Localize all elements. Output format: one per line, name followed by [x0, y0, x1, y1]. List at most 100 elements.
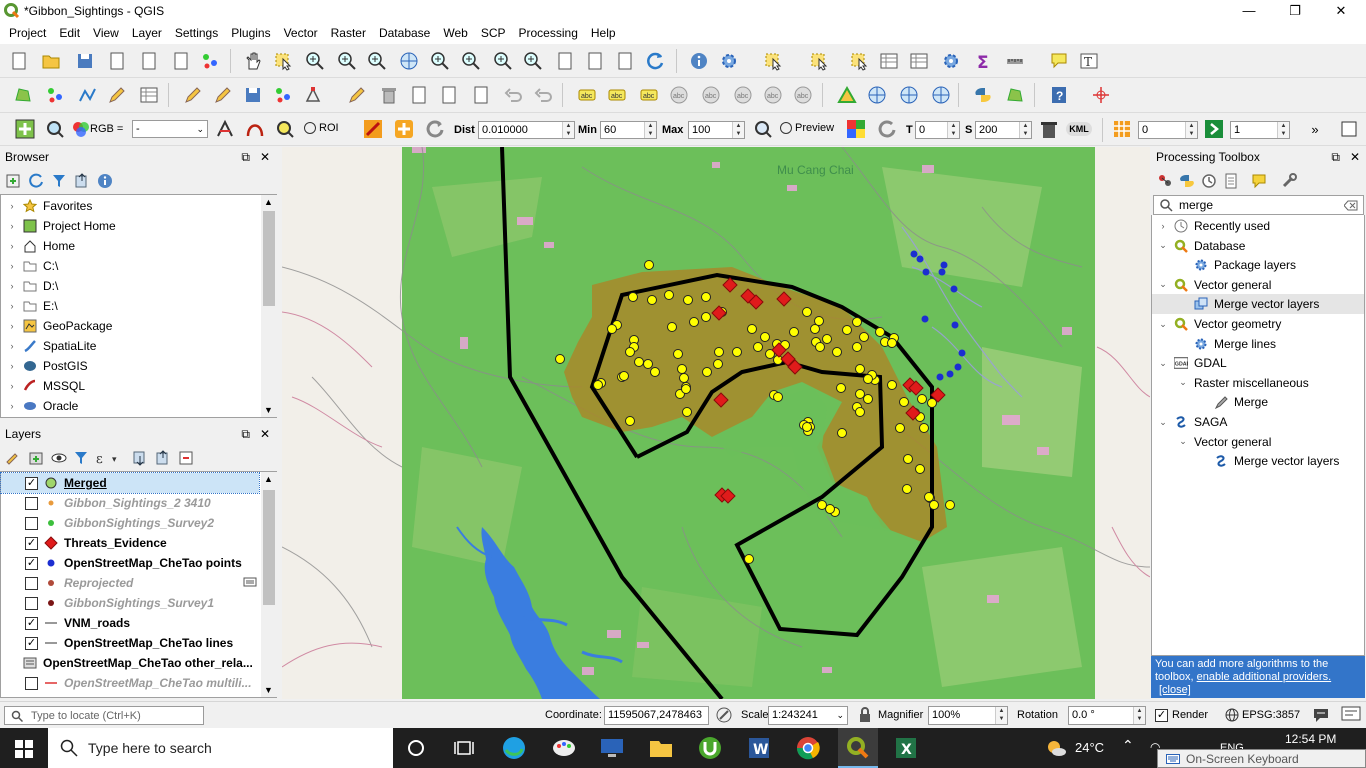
browser-item-project-home[interactable]: › Project Home	[1, 216, 116, 236]
layer-visibility-checkbox[interactable]: ✓	[25, 636, 38, 650]
plugin-layers-icon[interactable]	[1002, 82, 1028, 108]
layer-visibility-checkbox[interactable]: ✓	[25, 616, 38, 630]
panel-float-icon[interactable]: ⧉	[1331, 147, 1340, 167]
render-checkbox[interactable]: ✓	[1155, 709, 1168, 722]
collapse-all-icon[interactable]	[74, 173, 90, 189]
menu-edit[interactable]: Edit	[54, 23, 85, 44]
new-virtual-icon[interactable]	[136, 82, 162, 108]
layer-item[interactable]: ✓ Merged	[0, 472, 260, 494]
expand-chevron-icon[interactable]: ⌄	[1156, 240, 1170, 251]
zoom-out-icon[interactable]	[334, 48, 360, 74]
select-features-icon[interactable]	[760, 48, 786, 74]
refresh-icon[interactable]	[642, 48, 668, 74]
deselect-icon[interactable]	[806, 48, 832, 74]
edit-features-in-place-icon[interactable]	[1251, 173, 1267, 189]
vertex-tool-icon[interactable]	[300, 82, 326, 108]
excel-icon[interactable]: X	[892, 734, 920, 762]
info-icon[interactable]	[97, 173, 113, 189]
refresh-icon[interactable]	[28, 173, 44, 189]
remote-desktop-icon[interactable]	[598, 734, 626, 762]
clock-time[interactable]: 12:54 PM	[1285, 732, 1336, 746]
messages-icon[interactable]	[1312, 707, 1330, 723]
scp-dock-icon[interactable]	[1336, 116, 1362, 142]
scp-zoom-icon[interactable]	[42, 116, 68, 142]
browser-item-geopackage[interactable]: › GeoPackage	[1, 316, 113, 336]
expand-chevron-icon[interactable]: ›	[5, 321, 19, 331]
toggle-editing-icon[interactable]	[210, 82, 236, 108]
toolbox-search-input[interactable]: merge	[1153, 195, 1364, 215]
add-point-icon[interactable]	[270, 82, 296, 108]
zoom-to-selection-icon[interactable]	[427, 48, 453, 74]
browser-item-mssql[interactable]: › MSSQL	[1, 376, 86, 396]
layer-visibility-checkbox[interactable]: ✓	[25, 536, 38, 550]
filter-expression-icon[interactable]: ε ▾	[96, 450, 120, 466]
notifications-icon[interactable]	[1341, 706, 1361, 724]
scp-roi-add-icon[interactable]	[391, 116, 417, 142]
toolbox-item-gdal[interactable]: ⌄ GDAL GDAL	[1152, 353, 1364, 373]
results-viewer-icon[interactable]	[1223, 173, 1239, 189]
menu-raster[interactable]: Raster	[326, 23, 371, 44]
expand-chevron-icon[interactable]: ⌄	[1156, 417, 1170, 428]
toolbox-item-vector-geometry[interactable]: ⌄ Vector geometry	[1152, 314, 1364, 334]
expand-chevron-icon[interactable]: ›	[5, 301, 19, 311]
menu-scp[interactable]: SCP	[476, 23, 511, 44]
pan-map-icon[interactable]	[240, 48, 266, 74]
close-info-link[interactable]: [close]	[1159, 684, 1191, 696]
layer-visibility-checkbox[interactable]	[25, 676, 38, 690]
layer-visibility-checkbox[interactable]: ✓	[25, 476, 38, 490]
layer-item[interactable]: GibbonSightings_Survey2	[1, 513, 259, 533]
layer-item[interactable]: OpenStreetMap_CheTao multili...	[1, 673, 259, 693]
layer-labeling-icon[interactable]: abc	[574, 82, 600, 108]
osm-search-icon[interactable]	[896, 82, 922, 108]
file-explorer-icon[interactable]	[647, 734, 675, 762]
layer-visibility-checkbox[interactable]	[25, 516, 38, 530]
browser-item-postgis[interactable]: › PostGIS	[1, 356, 88, 376]
change-label-icon[interactable]: abc	[790, 82, 816, 108]
zoom-in-icon[interactable]	[302, 48, 328, 74]
layer-item[interactable]: ✓ OpenStreetMap_CheTao lines	[1, 633, 259, 653]
expand-chevron-icon[interactable]: ›	[5, 201, 19, 211]
scp-classification-icon[interactable]	[843, 116, 869, 142]
scp-refresh-icon[interactable]	[422, 116, 448, 142]
digitize-icon[interactable]	[197, 48, 223, 74]
cortana-icon[interactable]	[402, 734, 430, 762]
expand-chevron-icon[interactable]: ⌄	[1176, 377, 1190, 388]
layout-manager-icon[interactable]	[136, 48, 162, 74]
remove-layer-icon[interactable]	[178, 450, 194, 466]
python-console-icon[interactable]	[970, 82, 996, 108]
weather-icon[interactable]	[1045, 738, 1067, 758]
zoom-last-icon[interactable]	[490, 48, 516, 74]
text-annotation-icon[interactable]: T	[1076, 48, 1102, 74]
clear-search-icon[interactable]	[1344, 200, 1358, 211]
restore-button[interactable]: ❐	[1272, 2, 1318, 22]
current-edits-icon[interactable]	[180, 82, 206, 108]
panel-close-icon[interactable]: ✕	[260, 424, 270, 444]
windows-start-icon[interactable]	[15, 740, 33, 758]
filter-legend-icon[interactable]	[74, 450, 88, 466]
preview-radio[interactable]	[780, 122, 792, 134]
new-geopackage-icon[interactable]	[42, 82, 68, 108]
menu-web[interactable]: Web	[438, 23, 472, 44]
scp-preview-zoom-icon[interactable]	[750, 116, 776, 142]
new-map-view-icon[interactable]	[552, 48, 578, 74]
identify-icon[interactable]	[686, 48, 712, 74]
paste-features-icon[interactable]	[468, 82, 494, 108]
open-project-icon[interactable]	[38, 48, 64, 74]
toolbox-item-database[interactable]: ⌄ Database	[1152, 236, 1364, 256]
new-temp-layer-icon[interactable]	[104, 82, 130, 108]
expand-chevron-icon[interactable]: ⌄	[1176, 436, 1190, 447]
new-project-icon[interactable]	[6, 48, 32, 74]
expand-chevron-icon[interactable]: ›	[5, 241, 19, 251]
crs-label[interactable]: EPSG:3857	[1242, 709, 1300, 721]
task-view-icon[interactable]	[450, 734, 478, 762]
layer-item[interactable]: Reprojected	[1, 573, 259, 593]
menu-database[interactable]: Database	[374, 23, 435, 44]
save-project-icon[interactable]	[72, 48, 98, 74]
zoom-to-layer-icon[interactable]	[458, 48, 484, 74]
zoom-next-icon[interactable]	[520, 48, 546, 74]
menu-view[interactable]: View	[88, 23, 124, 44]
move-label-icon[interactable]: abc	[730, 82, 756, 108]
browser-item-d-[interactable]: › D:\	[1, 276, 59, 296]
scp-band-icon[interactable]	[212, 116, 238, 142]
python-scripts-icon[interactable]	[1179, 173, 1195, 189]
